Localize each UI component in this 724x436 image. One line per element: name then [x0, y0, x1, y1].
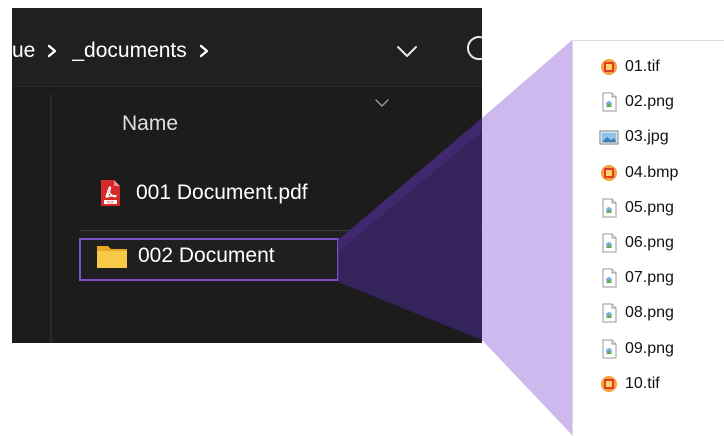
file-name: 08.png: [625, 304, 674, 322]
file-name: 10.tif: [625, 374, 660, 392]
jpg-icon: [599, 130, 619, 145]
tif-icon: [601, 375, 617, 392]
list-item[interactable]: 01.tif: [599, 53, 660, 81]
png-icon: [602, 303, 617, 323]
list-item[interactable]: 05.png: [599, 194, 674, 222]
breadcrumb: ue _documents: [12, 36, 224, 66]
chevron-right-icon[interactable]: [197, 44, 211, 58]
file-row[interactable]: PDF 001 Document.pdf: [80, 168, 480, 218]
file-name: 09.png: [625, 339, 674, 357]
png-icon: [602, 339, 617, 359]
file-name: 02.png: [625, 93, 674, 111]
folder-name: 002 Document: [138, 243, 275, 267]
navigation-pane-divider[interactable]: [50, 94, 52, 343]
png-icon: [602, 198, 617, 218]
list-item[interactable]: 07.png: [599, 264, 674, 292]
file-name: 03.jpg: [625, 128, 669, 146]
sort-chevron-icon: [375, 99, 389, 107]
pdf-icon: PDF: [101, 180, 120, 206]
file-name: 04.bmp: [625, 163, 679, 181]
list-item[interactable]: 08.png: [599, 299, 674, 327]
folder-row[interactable]: 002 Document: [80, 230, 482, 281]
tif-icon: [601, 59, 617, 75]
address-bar[interactable]: ue _documents: [12, 8, 482, 87]
chevron-right-icon[interactable]: [45, 44, 59, 58]
refresh-icon[interactable]: [464, 33, 482, 63]
list-item[interactable]: 02.png: [599, 88, 674, 116]
list-item[interactable]: 04.bmp: [599, 159, 678, 187]
png-icon: [602, 92, 617, 112]
list-item[interactable]: 10.tif: [599, 370, 660, 398]
chevron-down-icon[interactable]: [394, 40, 420, 62]
list-item[interactable]: 03.jpg: [599, 123, 669, 151]
file-name: 06.png: [625, 234, 674, 251]
bmp-icon: [601, 164, 617, 181]
png-icon: [602, 268, 617, 288]
zoomed-file-list: 01.tif 02.png 03.jpg 04.bmp 05.png 06.png 07.p…: [572, 40, 724, 436]
png-icon: [602, 233, 617, 253]
file-name: 01.tif: [625, 58, 660, 75]
file-explorer-window: ue _documents Name PDF 001 Document.pdf …: [12, 8, 482, 343]
column-header-name[interactable]: Name: [122, 112, 178, 136]
file-name: 07.png: [625, 269, 674, 287]
folder-icon: [97, 245, 127, 268]
breadcrumb-item-parent[interactable]: ue: [12, 39, 35, 63]
file-name: 001 Document.pdf: [136, 181, 308, 204]
file-name: 05.png: [625, 198, 674, 216]
list-item[interactable]: 06.png: [599, 229, 674, 257]
breadcrumb-item-documents[interactable]: _documents: [72, 39, 186, 63]
list-item[interactable]: 09.png: [599, 335, 674, 363]
svg-text:PDF: PDF: [107, 200, 114, 204]
